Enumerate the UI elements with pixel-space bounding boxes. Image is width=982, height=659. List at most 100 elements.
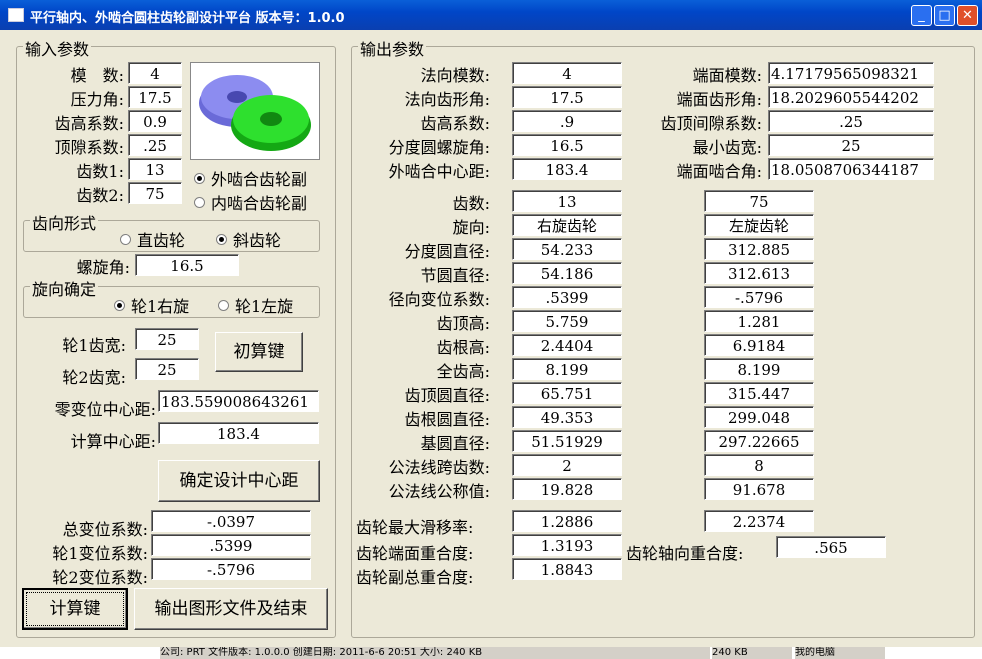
gear1-left-hand-radio[interactable]: 轮1左旋 <box>218 293 293 317</box>
total-contact-value: 1.8843 <box>512 558 622 580</box>
transverse-contact-value: 1.3193 <box>512 534 622 556</box>
transverse-module-value: 4.17179565098321 <box>768 62 934 84</box>
out-addendum-coef-value: .9 <box>512 110 622 132</box>
width1-input[interactable]: 25 <box>135 328 199 350</box>
teeth2-label: 齿数2: <box>76 186 124 205</box>
transverse-contact-label: 齿轮端面重合度: <box>356 544 474 563</box>
title-bar[interactable]: 平行轴内、外啮合圆柱齿轮副设计平台 版本号：1.0.0 _ □ ✕ <box>0 0 982 30</box>
width2-label: 轮2齿宽: <box>62 368 126 387</box>
out-addendum-coef-label: 齿高系数: <box>420 114 490 133</box>
external-center-value: 183.4 <box>512 158 622 180</box>
tip-clearance-value: .25 <box>768 110 934 132</box>
gear1-left-hand-label: 轮1左旋 <box>235 297 294 316</box>
export-and-exit-button[interactable]: 输出图形文件及结束 <box>134 588 328 630</box>
radio-dot <box>218 300 229 311</box>
output-params-legend: 输出参数 <box>358 36 427 60</box>
shift1-label: 轮1变位系数: <box>52 544 148 563</box>
helix-angle-input[interactable]: 16.5 <box>135 254 239 276</box>
calculate-button[interactable]: 计算键 <box>22 588 128 630</box>
initial-calc-button[interactable]: 初算键 <box>215 332 303 372</box>
gear1-addendum-value: 5.759 <box>512 310 622 332</box>
table-row-label: 齿根圆直径: <box>404 410 490 429</box>
teeth1-label: 齿数1: <box>76 162 124 181</box>
gear1-tip-dia-value: 65.751 <box>512 382 622 404</box>
gear1-span-length-value: 19.828 <box>512 478 622 500</box>
calc-center-input[interactable]: 183.4 <box>158 422 319 444</box>
gear1-root-dia-value: 49.353 <box>512 406 622 428</box>
gear1-span-teeth-value: 2 <box>512 454 622 476</box>
gear1-base-dia-value: 51.51929 <box>512 430 622 452</box>
gear2-root-dia-value: 299.048 <box>704 406 814 428</box>
confirm-center-button[interactable]: 确定设计中心距 <box>158 460 320 502</box>
width2-input[interactable]: 25 <box>135 358 199 380</box>
window-title: 平行轴内、外啮合圆柱齿轮副设计平台 版本号：1.0.0 <box>30 11 345 26</box>
working-pressure-angle-value: 18.0508706344187 <box>768 158 934 180</box>
gear1-pitch-dia-value: 54.233 <box>512 238 622 260</box>
shift2-label: 轮2变位系数: <box>52 568 148 587</box>
helix-angle-out-label: 分度圆螺旋角: <box>388 138 490 157</box>
radio-dot <box>216 234 227 245</box>
gear2-dedendum-value: 6.9184 <box>704 334 814 356</box>
radio-dot <box>194 197 205 208</box>
total-contact-label: 齿轮副总重合度: <box>356 568 474 587</box>
max-slip-label: 齿轮最大滑移率: <box>356 518 474 537</box>
helix-angle-out-value: 16.5 <box>512 134 622 156</box>
clearance-coef-label: 顶隙系数: <box>54 138 124 157</box>
module-label: 模 数: <box>70 66 124 85</box>
gear1-operating-pitch-dia-value: 54.186 <box>512 262 622 284</box>
external-mesh-radio[interactable]: 外啮合齿轮副 <box>194 166 307 190</box>
table-row-label: 齿顶圆直径: <box>404 386 490 405</box>
helical-gear-label: 斜齿轮 <box>233 231 282 250</box>
gear2-tip-dia-value: 315.447 <box>704 382 814 404</box>
module-input[interactable]: 4 <box>128 62 182 84</box>
helical-gear-radio[interactable]: 斜齿轮 <box>216 227 281 251</box>
table-row-label: 分度圆直径: <box>404 242 490 261</box>
external-center-label: 外啮合中心距: <box>388 162 490 181</box>
gear1-dedendum-value: 2.4404 <box>512 334 622 356</box>
normal-module-label: 法向模数: <box>420 66 490 85</box>
clearance-coef-input[interactable]: .25 <box>128 134 182 156</box>
gear2-icon <box>231 95 311 151</box>
addendum-coef-label: 齿高系数: <box>54 114 124 133</box>
shift2-input[interactable]: -.5796 <box>151 558 311 580</box>
gear1-hand-value: 右旋齿轮 <box>512 214 622 236</box>
zero-shift-center-input[interactable]: 183.559008643261 <box>158 390 319 412</box>
gear2-addendum-value: 1.281 <box>704 310 814 332</box>
minimize-button[interactable]: _ <box>911 5 932 26</box>
radio-dot <box>120 234 131 245</box>
table-row-label: 全齿高: <box>436 362 490 381</box>
teeth1-input[interactable]: 13 <box>128 158 182 180</box>
teeth2-input[interactable]: 75 <box>128 182 182 204</box>
gear2-span-teeth-value: 8 <box>704 454 814 476</box>
file-info-text: 公司: PRT 文件版本: 1.0.0.0 创建日期: 2011-6-6 20:… <box>160 647 710 659</box>
internal-mesh-label: 内啮合齿轮副 <box>211 194 308 213</box>
total-shift-label: 总变位系数: <box>62 520 148 539</box>
background-status-bar: 公司: PRT 文件版本: 1.0.0.0 创建日期: 2011-6-6 20:… <box>0 647 982 659</box>
hand-legend: 旋向确定 <box>30 276 99 300</box>
spur-gear-radio[interactable]: 直齿轮 <box>120 227 185 251</box>
table-row-label: 齿根高: <box>436 338 490 357</box>
internal-mesh-radio[interactable]: 内啮合齿轮副 <box>194 190 307 214</box>
addendum-coef-input[interactable]: 0.9 <box>128 110 182 132</box>
helix-angle-label: 螺旋角: <box>76 258 130 277</box>
normal-pressure-angle-label: 法向齿形角: <box>404 90 490 109</box>
gear1-right-hand-radio[interactable]: 轮1右旋 <box>114 293 189 317</box>
total-shift-input[interactable]: -.0397 <box>151 510 311 532</box>
transverse-pressure-angle-value: 18.2029605544202 <box>768 86 934 108</box>
pressure-angle-input[interactable]: 17.5 <box>128 86 182 108</box>
my-computer-text: 我的电脑 <box>795 647 885 659</box>
spur-gear-label: 直齿轮 <box>137 231 186 250</box>
table-row-label: 齿数: <box>452 194 490 213</box>
maximize-button[interactable]: □ <box>934 5 955 26</box>
table-row-label: 径向变位系数: <box>388 290 490 309</box>
table-row-label: 齿顶高: <box>436 314 490 333</box>
radio-dot <box>194 173 205 184</box>
axial-contact-label: 齿轮轴向重合度: <box>626 544 744 563</box>
radio-dot <box>114 300 125 311</box>
shift1-input[interactable]: .5399 <box>151 534 311 556</box>
app-icon[interactable] <box>8 8 24 22</box>
table-row-label: 公法线公称值: <box>388 482 490 501</box>
close-button[interactable]: ✕ <box>957 5 978 26</box>
gear2-hand-value: 左旋齿轮 <box>704 214 814 236</box>
calc-center-label: 计算中心距: <box>70 432 156 451</box>
